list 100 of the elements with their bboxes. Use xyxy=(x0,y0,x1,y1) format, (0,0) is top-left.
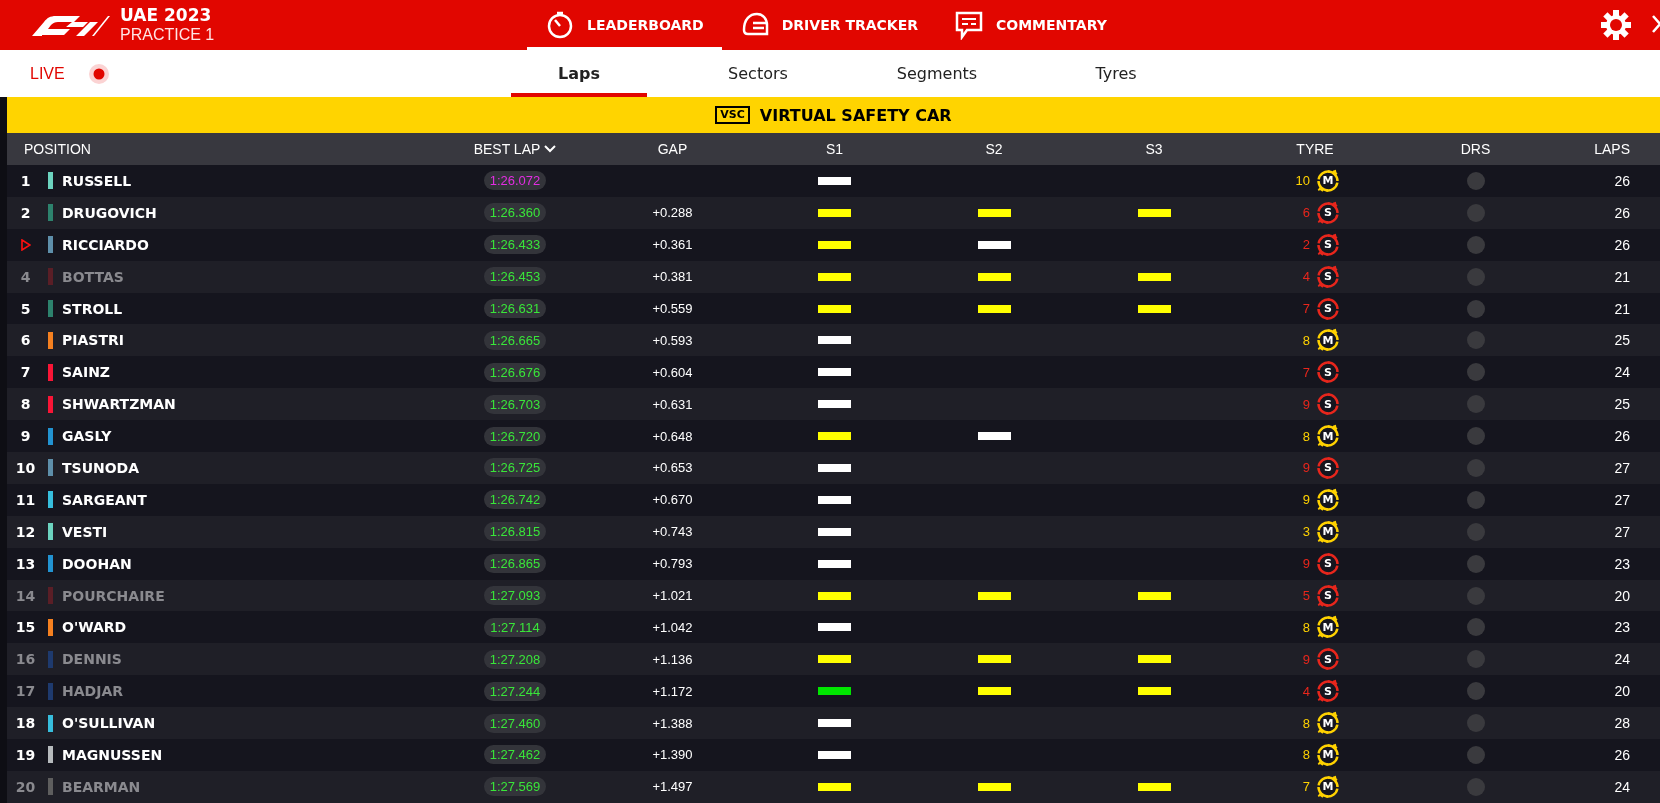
nav-tab[interactable]: DRIVER TRACKER xyxy=(721,0,936,50)
laps-count: 23 xyxy=(1613,555,1631,572)
leaderboard-row[interactable]: 7 SAINZ 1:26.676 +0.604 7 S 24 xyxy=(7,356,1660,389)
tyre-age: 8 xyxy=(1301,428,1310,444)
leaderboard-row[interactable]: 12 VESTI 1:26.815 +0.743 3 M 27 xyxy=(7,515,1660,548)
laps-count: 28 xyxy=(1613,715,1631,732)
nav-tab[interactable]: COMMENTARY xyxy=(936,0,1125,50)
leaderboard-row[interactable]: 18 O'SULLIVAN 1:27.460 +1.388 8 M 28 xyxy=(7,707,1660,740)
drs-indicator xyxy=(1466,267,1485,286)
drs-indicator xyxy=(1466,522,1485,541)
gap-value: +0.648 xyxy=(651,428,694,444)
tyre-compound-badge: M xyxy=(1316,615,1340,640)
drs-indicator xyxy=(1466,203,1485,222)
gap-value: +1.497 xyxy=(651,779,694,795)
column-header[interactable]: BEST LAP xyxy=(440,140,590,158)
chat-icon xyxy=(954,10,984,40)
gap-value: +0.381 xyxy=(651,269,694,285)
column-header: S2 xyxy=(984,141,1004,157)
tyre-age: 3 xyxy=(1301,524,1310,540)
driver-name: O'WARD xyxy=(61,619,127,636)
tyre-age: 9 xyxy=(1301,492,1310,508)
position-number: 15 xyxy=(14,619,37,636)
laps-count: 26 xyxy=(1613,172,1631,189)
chevron-icon[interactable] xyxy=(1652,14,1660,34)
driver-name: DRUGOVICH xyxy=(61,204,157,221)
tyre-compound-badge: M xyxy=(1316,742,1340,767)
leaderboard-row[interactable]: 11 SARGEANT 1:26.742 +0.670 9 M 27 xyxy=(7,483,1660,516)
position-number: 18 xyxy=(14,715,37,732)
leaderboard-row[interactable]: 6 PIASTRI 1:26.665 +0.593 8 M 25 xyxy=(7,324,1660,357)
vsc-badge: VSC xyxy=(715,106,750,124)
position-number: 9 xyxy=(19,428,32,445)
driver-name: O'SULLIVAN xyxy=(61,715,156,732)
best-lap-time: 1:26.676 xyxy=(483,362,547,382)
gap-value: +1.021 xyxy=(651,588,694,603)
tyre-age: 7 xyxy=(1301,301,1310,316)
drs-indicator xyxy=(1466,714,1485,733)
view-tab[interactable]: Segments xyxy=(869,50,1005,97)
column-header: POSITION xyxy=(23,141,92,157)
best-lap-time: 1:27.093 xyxy=(483,586,547,605)
drs-indicator xyxy=(1466,650,1485,669)
gap-value: +1.388 xyxy=(651,715,694,731)
laps-count: 26 xyxy=(1613,204,1631,221)
best-lap-time: 1:26.720 xyxy=(483,426,547,446)
drs-indicator xyxy=(1466,777,1485,796)
leaderboard-row[interactable]: 15 O'WARD 1:27.114 +1.042 8 M 23 xyxy=(7,611,1660,644)
best-lap-time: 1:27.569 xyxy=(483,777,547,797)
session-subtitle: PRACTICE 1 xyxy=(120,25,215,45)
laps-count: 26 xyxy=(1613,236,1631,253)
best-lap-time: 1:27.244 xyxy=(483,681,547,701)
view-tab[interactable]: Sectors xyxy=(690,50,826,97)
best-lap-time: 1:26.742 xyxy=(483,490,547,510)
leaderboard-row[interactable]: 10 TSUNODA 1:26.725 +0.653 9 S 27 xyxy=(7,452,1660,484)
position-number: 10 xyxy=(14,459,37,476)
driver-name: RICCIARDO xyxy=(61,236,149,253)
laps-count: 26 xyxy=(1613,428,1631,445)
leaderboard-row[interactable]: 8 SHWARTZMAN 1:26.703 +0.631 9 S 25 xyxy=(7,388,1660,421)
laps-count: 24 xyxy=(1613,651,1631,668)
tyre-age: 7 xyxy=(1301,779,1310,795)
leaderboard-row[interactable]: 20 BEARMAN 1:27.569 +1.497 7 M 24 xyxy=(7,770,1660,803)
gap-value: +0.288 xyxy=(651,205,694,221)
column-header: GAP xyxy=(656,141,689,157)
leaderboard-row[interactable]: 14 POURCHAIRE 1:27.093 +1.021 5 S 20 xyxy=(7,579,1660,612)
tyre-compound-badge: S xyxy=(1316,551,1340,576)
position-number: 5 xyxy=(19,300,32,317)
best-lap-time: 1:26.433 xyxy=(483,235,547,255)
driver-name: TSUNODA xyxy=(61,459,140,476)
leaderboard-row[interactable]: 13 DOOHAN 1:26.865 +0.793 9 S 23 xyxy=(7,547,1660,580)
driver-name: POURCHAIRE xyxy=(61,587,165,604)
best-lap-time: 1:27.460 xyxy=(483,713,547,733)
leaderboard-row[interactable]: 19 MAGNUSSEN 1:27.462 +1.390 8 M 26 xyxy=(7,739,1660,771)
gap-value: +1.390 xyxy=(651,747,694,763)
leaderboard-row[interactable]: 4 BOTTAS 1:26.453 +0.381 4 S 21 xyxy=(7,260,1660,293)
driver-name: BEARMAN xyxy=(61,778,141,795)
drs-indicator xyxy=(1466,363,1485,382)
gap-value: +1.172 xyxy=(651,683,694,699)
leaderboard-row[interactable]: 16 DENNIS 1:27.208 +1.136 9 S 24 xyxy=(7,643,1660,676)
driver-name: DENNIS xyxy=(61,651,122,668)
position-number: 2 xyxy=(19,204,32,221)
view-tab[interactable]: Tyres xyxy=(1048,50,1184,97)
leaderboard-row[interactable]: 5 STROLL 1:26.631 +0.559 7 S 21 xyxy=(7,292,1660,325)
leaderboard-row[interactable]: RICCIARDO 1:26.433 +0.361 2 S 26 xyxy=(7,228,1660,261)
leaderboard-row[interactable]: 9 GASLY 1:26.720 +0.648 8 M 26 xyxy=(7,420,1660,452)
leaderboard-row[interactable]: 17 HADJAR 1:27.244 +1.172 4 S 20 xyxy=(7,675,1660,708)
laps-count: 25 xyxy=(1613,396,1631,413)
position-number: 6 xyxy=(19,332,32,349)
drs-indicator xyxy=(1466,682,1485,701)
best-lap-time: 1:26.072 xyxy=(483,171,547,191)
best-lap-time: 1:27.208 xyxy=(483,649,547,669)
driver-name: RUSSELL xyxy=(61,172,132,189)
gap-value: +0.593 xyxy=(651,332,694,348)
laps-count: 20 xyxy=(1613,587,1631,604)
gap-value: +1.136 xyxy=(651,651,694,667)
driver-name: MAGNUSSEN xyxy=(61,746,163,763)
leaderboard-row[interactable]: 2 DRUGOVICH 1:26.360 +0.288 6 S 26 xyxy=(7,196,1660,229)
drs-indicator xyxy=(1466,745,1485,764)
settings-icon[interactable] xyxy=(1600,9,1632,41)
leaderboard-row[interactable]: 1 RUSSELL 1:26.072 10 M 26 xyxy=(7,165,1660,197)
drs-indicator xyxy=(1466,235,1485,254)
gap-value: +0.653 xyxy=(651,460,694,476)
tyre-age: 9 xyxy=(1301,460,1310,476)
